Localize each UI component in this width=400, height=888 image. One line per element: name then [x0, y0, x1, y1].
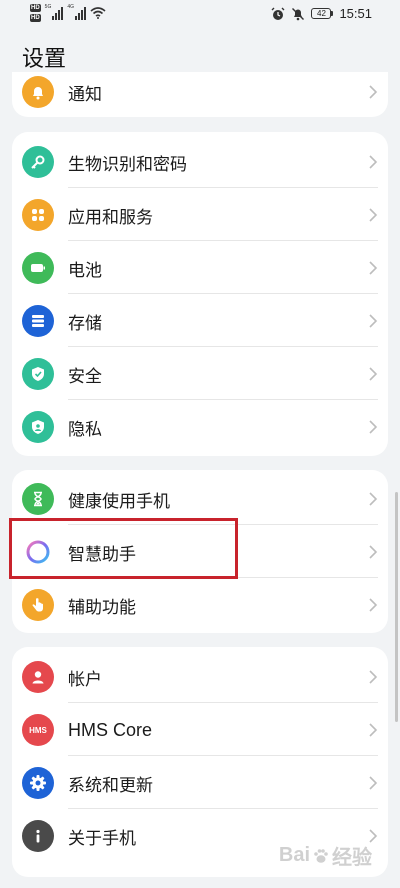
settings-item-label: 系统和更新 [68, 775, 153, 796]
chevron-right-icon [369, 598, 378, 612]
settings-item-label: 智慧助手 [68, 544, 136, 565]
settings-item-label: 健康使用手机 [68, 491, 170, 512]
settings-item-biometrics[interactable]: 生物识别和密码 [12, 136, 388, 188]
settings-item-battery[interactable]: 电池 [12, 242, 388, 294]
chevron-right-icon [369, 670, 378, 684]
key-icon [22, 146, 54, 178]
status-left: HD HD 5G 4G [30, 4, 106, 22]
chevron-right-icon [369, 776, 378, 790]
battery-icon [22, 252, 54, 284]
watermark-text: Bai [278, 844, 310, 866]
settings-group-assist: 健康使用手机 智慧助手 辅助功能 [12, 470, 388, 633]
settings-item-smart-assistant[interactable]: 智慧助手 [12, 526, 388, 578]
hms-badge-text: HMS [29, 725, 47, 735]
settings-item-hms-core[interactable]: HMS HMS Core [12, 704, 388, 756]
alarm-icon [271, 7, 285, 20]
settings-item-label: 关于手机 [68, 828, 136, 849]
battery-level: 42 [311, 8, 332, 19]
hd-badge: HD [30, 4, 41, 12]
divider [68, 808, 378, 809]
battery-status-icon: 42 [311, 8, 334, 19]
settings-item-label: 隐私 [68, 419, 102, 440]
hms-icon: HMS [22, 714, 54, 746]
hourglass-icon [22, 483, 54, 515]
paw-icon [314, 848, 328, 863]
settings-item-label: 电池 [68, 260, 102, 281]
signal-icon: 4G [67, 4, 87, 20]
status-right: 42 15:51 [271, 6, 372, 21]
divider [68, 240, 378, 241]
chevron-right-icon [369, 367, 378, 381]
watermark: Bai 经验 [279, 841, 372, 870]
network-generation: 4G [67, 4, 75, 10]
settings-item-system-updates[interactable]: 系统和更新 [12, 757, 388, 809]
gear-icon [22, 767, 54, 799]
settings-item-digital-balance[interactable]: 健康使用手机 [12, 473, 388, 525]
divider [68, 577, 378, 578]
settings-item-privacy[interactable]: 隐私 [12, 401, 388, 453]
settings-item-label: 帐户 [68, 669, 102, 690]
settings-item-label: 应用和服务 [68, 207, 153, 228]
settings-item-storage[interactable]: 存储 [12, 295, 388, 347]
page-title: 设置 [22, 47, 67, 72]
assistant-ring-icon [22, 536, 54, 568]
settings-item-notifications[interactable]: 通知 [12, 72, 388, 117]
settings-item-accounts[interactable]: 帐户 [12, 651, 388, 703]
signal-icon: 5G [45, 4, 64, 20]
settings-item-apps-services[interactable]: 应用和服务 [12, 189, 388, 241]
storage-icon [22, 305, 54, 337]
chevron-right-icon [369, 85, 378, 99]
chevron-right-icon [369, 155, 378, 169]
hd-badge: HD [30, 14, 41, 22]
divider [68, 524, 378, 525]
privacy-icon [22, 411, 54, 443]
divider [68, 293, 378, 294]
divider [68, 187, 378, 188]
divider [68, 399, 378, 400]
shield-icon [22, 358, 54, 390]
divider [68, 702, 378, 703]
chevron-right-icon [369, 314, 378, 328]
settings-item-label: 通知 [68, 84, 102, 105]
divider [68, 755, 378, 756]
chevron-right-icon [369, 208, 378, 222]
settings-group-device: 生物识别和密码 应用和服务 电池 存储 安全 隐私 [12, 132, 388, 456]
status-bar: HD HD 5G 4G 42 15:51 [0, 0, 400, 30]
chevron-right-icon [369, 261, 378, 275]
chevron-right-icon [369, 545, 378, 559]
bell-icon [22, 76, 54, 108]
info-icon [22, 820, 54, 852]
divider [68, 346, 378, 347]
chevron-right-icon [369, 492, 378, 506]
apps-grid-icon [22, 199, 54, 231]
mute-icon [292, 7, 305, 20]
settings-item-label: 辅助功能 [68, 597, 136, 618]
hand-icon [22, 589, 54, 621]
watermark-text: 经验 [332, 847, 372, 869]
chevron-right-icon [369, 723, 378, 737]
settings-item-label: HMS Core [68, 719, 153, 740]
settings-item-security[interactable]: 安全 [12, 348, 388, 400]
settings-item-label: 安全 [68, 366, 102, 387]
settings-group-notifications: 通知 [12, 72, 388, 117]
settings-item-label: 存储 [68, 313, 102, 334]
account-icon [22, 661, 54, 693]
chevron-right-icon [369, 420, 378, 434]
wifi-icon [90, 7, 106, 19]
settings-item-accessibility[interactable]: 辅助功能 [12, 579, 388, 631]
network-generation: 5G [44, 4, 52, 10]
scrollbar-thumb[interactable] [395, 492, 398, 722]
clock: 15:51 [339, 6, 372, 21]
settings-item-label: 生物识别和密码 [68, 154, 187, 175]
